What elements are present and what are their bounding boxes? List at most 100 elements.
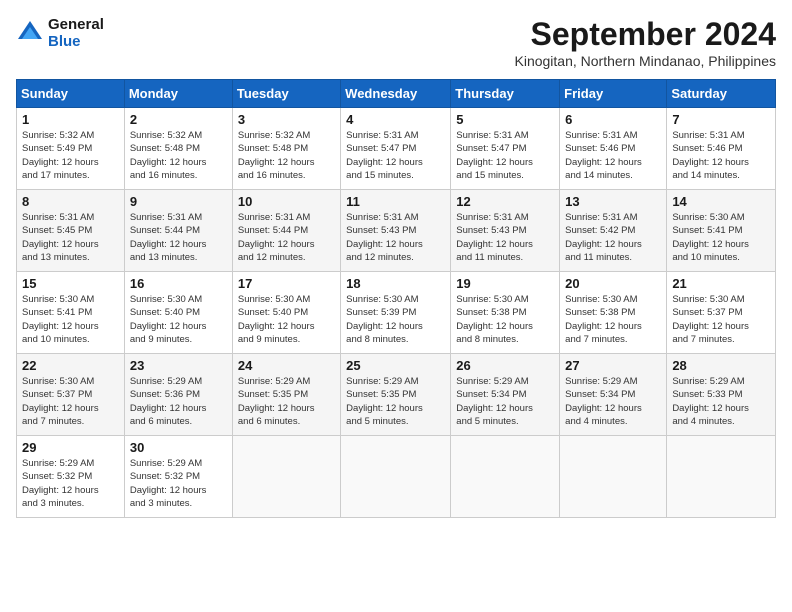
- day-number: 20: [565, 276, 661, 291]
- day-info: Sunrise: 5:30 AM Sunset: 5:37 PM Dayligh…: [672, 293, 770, 346]
- day-info: Sunrise: 5:30 AM Sunset: 5:38 PM Dayligh…: [565, 293, 661, 346]
- day-number: 18: [346, 276, 445, 291]
- month-year-title: September 2024: [515, 16, 777, 53]
- calendar-cell: 12 Sunrise: 5:31 AM Sunset: 5:43 PM Dayli…: [451, 190, 560, 272]
- day-number: 16: [130, 276, 227, 291]
- day-info: Sunrise: 5:29 AM Sunset: 5:36 PM Dayligh…: [130, 375, 227, 428]
- day-number: 28: [672, 358, 770, 373]
- day-number: 1: [22, 112, 119, 127]
- day-number: 15: [22, 276, 119, 291]
- day-info: Sunrise: 5:30 AM Sunset: 5:40 PM Dayligh…: [238, 293, 335, 346]
- calendar-cell: 20 Sunrise: 5:30 AM Sunset: 5:38 PM Dayli…: [560, 272, 667, 354]
- day-info: Sunrise: 5:30 AM Sunset: 5:39 PM Dayligh…: [346, 293, 445, 346]
- day-number: 13: [565, 194, 661, 209]
- day-number: 7: [672, 112, 770, 127]
- day-info: Sunrise: 5:32 AM Sunset: 5:48 PM Dayligh…: [130, 129, 227, 182]
- day-info: Sunrise: 5:30 AM Sunset: 5:38 PM Dayligh…: [456, 293, 554, 346]
- logo-text-general: General: [48, 16, 104, 33]
- calendar-cell: [667, 436, 776, 518]
- week-row-3: 15 Sunrise: 5:30 AM Sunset: 5:41 PM Dayli…: [17, 272, 776, 354]
- day-info: Sunrise: 5:31 AM Sunset: 5:43 PM Dayligh…: [456, 211, 554, 264]
- calendar-cell: 26 Sunrise: 5:29 AM Sunset: 5:34 PM Dayli…: [451, 354, 560, 436]
- day-info: Sunrise: 5:29 AM Sunset: 5:34 PM Dayligh…: [565, 375, 661, 428]
- calendar-cell: [560, 436, 667, 518]
- day-info: Sunrise: 5:30 AM Sunset: 5:37 PM Dayligh…: [22, 375, 119, 428]
- logo: General Blue: [16, 16, 104, 50]
- col-thursday: Thursday: [451, 80, 560, 108]
- calendar-cell: [451, 436, 560, 518]
- calendar-cell: 22 Sunrise: 5:30 AM Sunset: 5:37 PM Dayli…: [17, 354, 125, 436]
- day-info: Sunrise: 5:31 AM Sunset: 5:47 PM Dayligh…: [456, 129, 554, 182]
- day-info: Sunrise: 5:31 AM Sunset: 5:42 PM Dayligh…: [565, 211, 661, 264]
- logo-text-blue: Blue: [48, 33, 104, 50]
- day-info: Sunrise: 5:29 AM Sunset: 5:32 PM Dayligh…: [22, 457, 119, 510]
- col-sunday: Sunday: [17, 80, 125, 108]
- day-number: 19: [456, 276, 554, 291]
- calendar-cell: 5 Sunrise: 5:31 AM Sunset: 5:47 PM Daylig…: [451, 108, 560, 190]
- day-info: Sunrise: 5:31 AM Sunset: 5:46 PM Dayligh…: [672, 129, 770, 182]
- calendar-cell: 13 Sunrise: 5:31 AM Sunset: 5:42 PM Dayli…: [560, 190, 667, 272]
- calendar-cell: 23Sunrise: 5:29 AM Sunset: 5:36 PM Dayli…: [124, 354, 232, 436]
- day-number: 14: [672, 194, 770, 209]
- calendar-cell: 30 Sunrise: 5:29 AM Sunset: 5:32 PM Dayli…: [124, 436, 232, 518]
- day-number: 4: [346, 112, 445, 127]
- calendar-cell: 14 Sunrise: 5:30 AM Sunset: 5:41 PM Dayli…: [667, 190, 776, 272]
- day-number: 29: [22, 440, 119, 455]
- day-number: 12: [456, 194, 554, 209]
- day-number: 9: [130, 194, 227, 209]
- day-info: Sunrise: 5:29 AM Sunset: 5:32 PM Dayligh…: [130, 457, 227, 510]
- calendar-cell: 28 Sunrise: 5:29 AM Sunset: 5:33 PM Dayli…: [667, 354, 776, 436]
- day-number: 21: [672, 276, 770, 291]
- day-number: 30: [130, 440, 227, 455]
- day-info: Sunrise: 5:31 AM Sunset: 5:44 PM Dayligh…: [130, 211, 227, 264]
- day-info: Sunrise: 5:29 AM Sunset: 5:33 PM Dayligh…: [672, 375, 770, 428]
- day-number: 11: [346, 194, 445, 209]
- day-info: Sunrise: 5:31 AM Sunset: 5:45 PM Dayligh…: [22, 211, 119, 264]
- calendar-cell: 21 Sunrise: 5:30 AM Sunset: 5:37 PM Dayli…: [667, 272, 776, 354]
- calendar-cell: 2 Sunrise: 5:32 AM Sunset: 5:48 PM Daylig…: [124, 108, 232, 190]
- calendar-cell: 25 Sunrise: 5:29 AM Sunset: 5:35 PM Dayli…: [341, 354, 451, 436]
- calendar-cell: 18 Sunrise: 5:30 AM Sunset: 5:39 PM Dayli…: [341, 272, 451, 354]
- calendar-cell: [341, 436, 451, 518]
- day-info: Sunrise: 5:32 AM Sunset: 5:49 PM Dayligh…: [22, 129, 119, 182]
- day-info: Sunrise: 5:31 AM Sunset: 5:44 PM Dayligh…: [238, 211, 335, 264]
- calendar-cell: 7 Sunrise: 5:31 AM Sunset: 5:46 PM Daylig…: [667, 108, 776, 190]
- calendar-cell: 24 Sunrise: 5:29 AM Sunset: 5:35 PM Dayli…: [232, 354, 340, 436]
- day-info: Sunrise: 5:29 AM Sunset: 5:34 PM Dayligh…: [456, 375, 554, 428]
- calendar-cell: 19 Sunrise: 5:30 AM Sunset: 5:38 PM Dayli…: [451, 272, 560, 354]
- day-number: 24: [238, 358, 335, 373]
- week-row-5: 29 Sunrise: 5:29 AM Sunset: 5:32 PM Dayli…: [17, 436, 776, 518]
- day-info: Sunrise: 5:30 AM Sunset: 5:40 PM Dayligh…: [130, 293, 227, 346]
- day-number: 3: [238, 112, 335, 127]
- day-info: Sunrise: 5:31 AM Sunset: 5:43 PM Dayligh…: [346, 211, 445, 264]
- calendar-cell: 6Sunrise: 5:31 AM Sunset: 5:46 PM Daylig…: [560, 108, 667, 190]
- calendar-cell: 11 Sunrise: 5:31 AM Sunset: 5:43 PM Dayli…: [341, 190, 451, 272]
- day-info: Sunrise: 5:30 AM Sunset: 5:41 PM Dayligh…: [22, 293, 119, 346]
- day-info: Sunrise: 5:29 AM Sunset: 5:35 PM Dayligh…: [346, 375, 445, 428]
- calendar-cell: 27Sunrise: 5:29 AM Sunset: 5:34 PM Dayli…: [560, 354, 667, 436]
- col-friday: Friday: [560, 80, 667, 108]
- day-number: 26: [456, 358, 554, 373]
- col-wednesday: Wednesday: [341, 80, 451, 108]
- page-header: General Blue September 2024 Kinogitan, N…: [16, 16, 776, 69]
- day-info: Sunrise: 5:30 AM Sunset: 5:41 PM Dayligh…: [672, 211, 770, 264]
- day-number: 5: [456, 112, 554, 127]
- day-number: 17: [238, 276, 335, 291]
- day-number: 25: [346, 358, 445, 373]
- day-info: Sunrise: 5:31 AM Sunset: 5:47 PM Dayligh…: [346, 129, 445, 182]
- title-section: September 2024 Kinogitan, Northern Minda…: [515, 16, 777, 69]
- day-info: Sunrise: 5:29 AM Sunset: 5:35 PM Dayligh…: [238, 375, 335, 428]
- day-number: 8: [22, 194, 119, 209]
- week-row-4: 22 Sunrise: 5:30 AM Sunset: 5:37 PM Dayli…: [17, 354, 776, 436]
- calendar-cell: 10 Sunrise: 5:31 AM Sunset: 5:44 PM Dayli…: [232, 190, 340, 272]
- week-row-2: 8 Sunrise: 5:31 AM Sunset: 5:45 PM Daylig…: [17, 190, 776, 272]
- day-number: 2: [130, 112, 227, 127]
- day-number: 10: [238, 194, 335, 209]
- col-monday: Monday: [124, 80, 232, 108]
- calendar-cell: 4 Sunrise: 5:31 AM Sunset: 5:47 PM Daylig…: [341, 108, 451, 190]
- day-info: Sunrise: 5:32 AM Sunset: 5:48 PM Dayligh…: [238, 129, 335, 182]
- day-number: 22: [22, 358, 119, 373]
- calendar-cell: 29 Sunrise: 5:29 AM Sunset: 5:32 PM Dayli…: [17, 436, 125, 518]
- week-row-1: 1 Sunrise: 5:32 AM Sunset: 5:49 PM Daylig…: [17, 108, 776, 190]
- day-number: 6: [565, 112, 661, 127]
